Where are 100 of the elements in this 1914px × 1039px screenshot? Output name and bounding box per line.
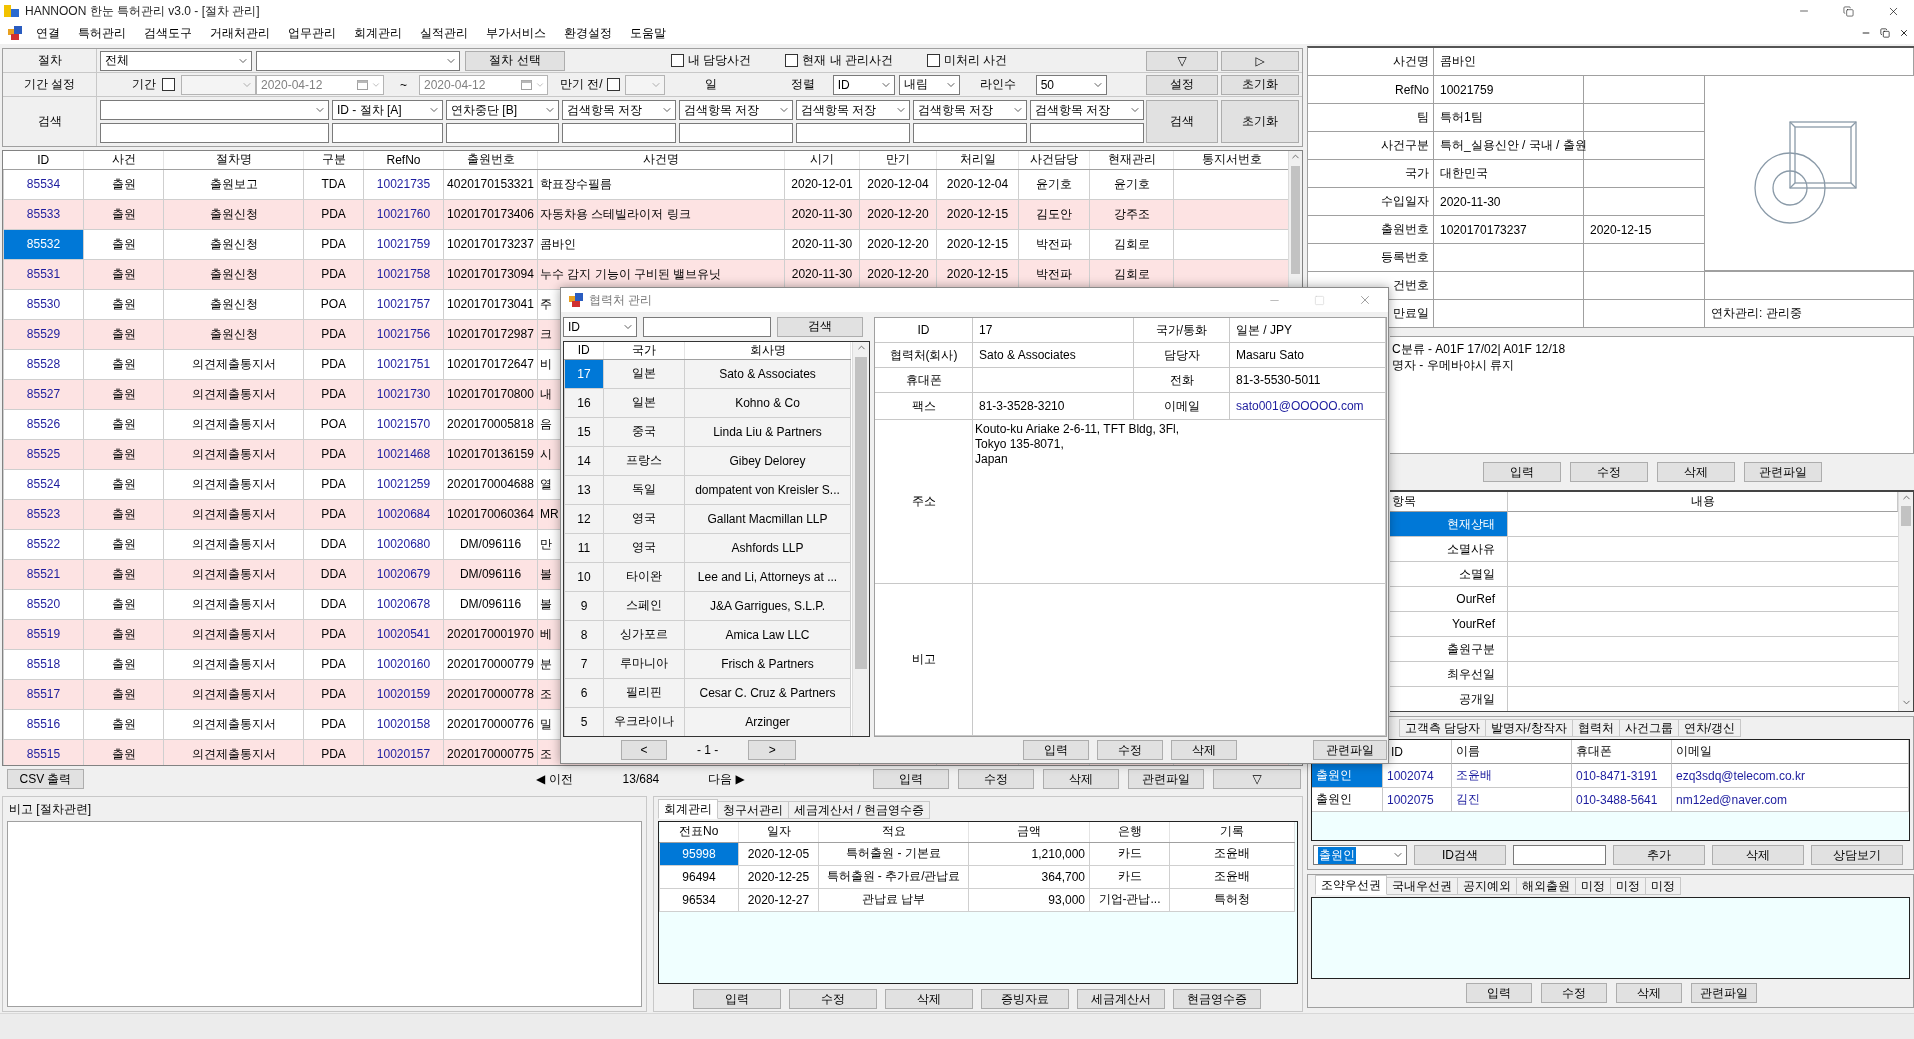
action-button[interactable]: 증빙자료 [981, 989, 1069, 1009]
menu-item[interactable]: 회계관리 [345, 24, 411, 42]
toolbar-button[interactable]: ▽ [1146, 50, 1218, 71]
list-cell[interactable]: 9 [564, 591, 604, 621]
column-header[interactable]: 일자 [738, 822, 819, 842]
list-cell[interactable]: 17 [564, 359, 604, 389]
dropdown[interactable]: 50 [1035, 74, 1107, 95]
list-cell[interactable]: 우크라이나 [603, 707, 685, 737]
action-button[interactable]: 입력 [873, 769, 949, 789]
tab[interactable]: 해외출원 [1516, 877, 1576, 895]
text-field[interactable] [913, 123, 1027, 143]
list-cell[interactable]: Sato & Associates [684, 359, 851, 389]
text-field[interactable] [332, 123, 443, 143]
search-field[interactable] [643, 316, 771, 337]
menu-item[interactable]: 특허관리 [69, 24, 135, 42]
action-button[interactable]: 관련파일 [1691, 983, 1757, 1003]
checkbox[interactable] [927, 54, 940, 67]
tab[interactable]: 국내우선권 [1386, 877, 1458, 895]
column-header[interactable]: ID [1391, 744, 1403, 759]
list-cell[interactable]: dompatent von Kreisler S... [684, 475, 851, 505]
restore-icon[interactable] [1880, 28, 1890, 38]
next-link[interactable]: 다음 ▶ [708, 770, 745, 788]
text-field[interactable] [796, 123, 910, 143]
column-header[interactable]: 처리일 [936, 151, 1019, 169]
list-cell[interactable]: Gibey Delorey [684, 446, 851, 476]
list-cell[interactable]: 10 [564, 562, 604, 592]
scrollbar-thumb[interactable] [1291, 166, 1300, 274]
column-header[interactable]: 사건담당 [1018, 151, 1090, 169]
menu-item[interactable]: 환경설정 [555, 24, 621, 42]
menu-item[interactable]: 도움말 [621, 24, 675, 42]
list-cell[interactable]: 영국 [603, 504, 685, 534]
scrollbar[interactable] [1898, 492, 1913, 711]
dropdown[interactable]: ID [563, 316, 637, 337]
action-button[interactable]: 삭제 [885, 989, 973, 1009]
next-page-button[interactable]: > [748, 740, 797, 761]
select-button[interactable]: 절차 선택 [465, 50, 565, 71]
action-button[interactable]: 삭제 [1043, 769, 1119, 789]
list-cell[interactable]: 11 [564, 533, 604, 563]
search-button[interactable]: 검색 [777, 316, 863, 337]
text-field[interactable] [562, 123, 676, 143]
column-header[interactable]: 구분 [303, 151, 364, 169]
dropdown[interactable]: 연차중단 [B] [446, 100, 559, 120]
toolbar-button[interactable]: 검색 [1146, 100, 1218, 143]
list-cell[interactable]: 타이완 [603, 562, 685, 592]
action-button[interactable]: ▽ [1213, 769, 1301, 789]
menu-item[interactable]: 검색도구 [135, 24, 201, 42]
dropdown[interactable]: 검색항목 저장 [1030, 100, 1144, 120]
export-button[interactable]: CSV 출력 [7, 769, 84, 789]
list-cell[interactable]: 루마니아 [603, 649, 685, 679]
dropdown[interactable]: 검색항목 저장 [913, 100, 1027, 120]
dropdown[interactable]: ID [832, 74, 895, 95]
list-cell[interactable]: Kohno & Co [684, 388, 851, 418]
list-cell[interactable]: 스페인 [603, 591, 685, 621]
text-field[interactable] [1513, 845, 1606, 865]
checkbox[interactable] [606, 78, 620, 91]
date-field[interactable]: 2020-04-12 [256, 74, 384, 95]
action-button[interactable]: ID검색 [1414, 845, 1506, 865]
action-button[interactable]: 관련파일 [1744, 462, 1822, 482]
action-button[interactable]: 수정 [1570, 462, 1648, 482]
dropdown[interactable]: 검색항목 저장 [562, 100, 676, 120]
toolbar-button[interactable]: 초기화 [1221, 100, 1299, 143]
list-cell[interactable]: 프랑스 [603, 446, 685, 476]
list-cell[interactable]: Gallant Macmillan LLP [684, 504, 851, 534]
action-button[interactable]: 삭제 [1616, 983, 1682, 1003]
menu-item[interactable]: 실적관리 [411, 24, 477, 42]
tab[interactable]: 공지예외 [1457, 877, 1517, 895]
list-cell[interactable]: 싱가포르 [603, 620, 685, 650]
action-button[interactable]: 삭제 [1171, 740, 1237, 760]
text-field[interactable] [1030, 123, 1144, 143]
list-cell[interactable]: 12 [564, 504, 604, 534]
column-header[interactable]: ID [564, 341, 604, 360]
date-field[interactable]: 2020-04-12 [419, 74, 548, 95]
checkbox[interactable] [162, 78, 175, 91]
property-label[interactable]: 최우선일 [1390, 662, 1508, 687]
text-field[interactable] [679, 123, 793, 143]
action-button[interactable]: 삭제 [1712, 845, 1804, 865]
list-cell[interactable]: 15 [564, 417, 604, 447]
list-cell[interactable]: Amica Law LLC [684, 620, 851, 650]
column-header[interactable]: 출원번호 [443, 151, 538, 169]
list-cell[interactable]: 14 [564, 446, 604, 476]
scrollbar-thumb[interactable] [855, 356, 867, 669]
list-cell[interactable]: 16 [564, 388, 604, 418]
column-header[interactable]: 절차명 [163, 151, 304, 169]
action-button[interactable]: 수정 [789, 989, 877, 1009]
list-cell[interactable]: 중국 [603, 417, 685, 447]
column-header[interactable]: 국가 [603, 341, 685, 360]
column-header[interactable]: 사건 [83, 151, 164, 169]
tab[interactable]: 연차/갱신 [1677, 719, 1742, 737]
tab[interactable]: 미정 [1575, 877, 1611, 895]
menu-item[interactable]: 부가서비스 [477, 24, 555, 42]
list-cell[interactable]: 7 [564, 649, 604, 679]
column-header[interactable]: 이름 [1456, 743, 1480, 760]
email-link[interactable]: sato001@OOOOO.com [1236, 399, 1364, 413]
action-button[interactable]: 현금영수증 [1173, 989, 1261, 1009]
list-cell[interactable]: 13 [564, 475, 604, 505]
dropdown[interactable]: 내림 [898, 74, 960, 95]
tab[interactable]: 사건그룹 [1618, 719, 1679, 737]
list-cell[interactable]: 독일 [603, 475, 685, 505]
property-label[interactable]: 소멸사유 [1390, 537, 1508, 562]
tab[interactable]: 청구서관리 [717, 801, 789, 819]
